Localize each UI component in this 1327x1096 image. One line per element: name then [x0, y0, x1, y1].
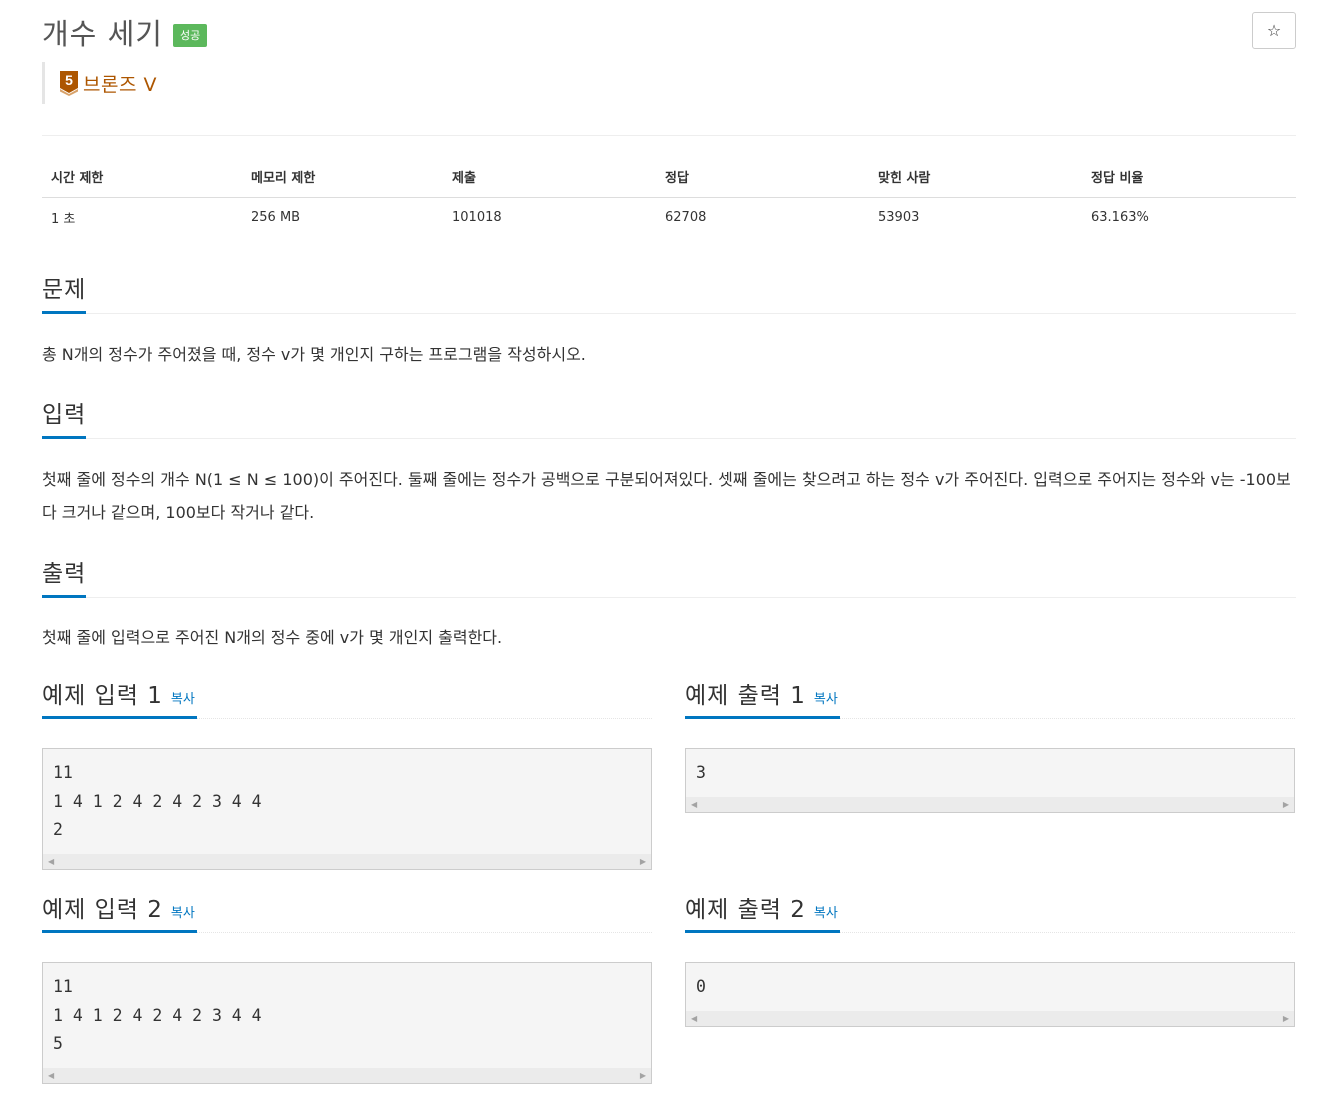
problem-section-title: 문제 — [42, 270, 87, 314]
scroll-right-icon[interactable]: ▶ — [640, 1071, 646, 1080]
scroll-right-icon[interactable]: ▶ — [1283, 1014, 1289, 1023]
accept-rate-value: 63.163% — [1091, 210, 1149, 225]
horizontal-scrollbar[interactable]: ◀ ▶ — [43, 854, 651, 869]
horizontal-scrollbar[interactable]: ◀ ▶ — [686, 1011, 1294, 1026]
copy-button[interactable]: 복사 — [814, 902, 840, 921]
sample-output-1-title: 예제 출력 1 — [685, 683, 806, 709]
table-header-memory-limit: 메모리 제한 — [242, 158, 443, 198]
copy-button[interactable]: 복사 — [814, 688, 840, 707]
horizontal-scrollbar[interactable]: ◀ ▶ — [43, 1068, 651, 1083]
table-header-submissions: 제출 — [443, 158, 656, 198]
sample-output-2: 예제 출력 2 복사 0 ◀ ▶ — [685, 896, 1295, 1027]
tier-box: 5 브론즈 V — [42, 62, 157, 104]
copy-button[interactable]: 복사 — [171, 902, 197, 921]
solved-users-value[interactable]: 53903 — [869, 198, 1082, 238]
table-header-accept-rate: 정답 비율 — [1082, 158, 1296, 198]
scroll-left-icon[interactable]: ◀ — [691, 800, 697, 809]
scroll-left-icon[interactable]: ◀ — [691, 1014, 697, 1023]
table-header-time-limit: 시간 제한 — [42, 158, 242, 198]
sample-input-1-header: 예제 입력 1 복사 — [42, 682, 652, 719]
time-limit-value: 1 초 — [51, 212, 76, 227]
sample-input-1-content: 11 1 4 1 2 4 2 4 2 3 4 4 2 — [53, 763, 262, 839]
star-icon: ☆ — [1266, 21, 1282, 40]
status-badge: 성공 — [172, 23, 208, 47]
table-row: 1 초 256 MB 101018 62708 53903 63.163% — [42, 198, 1296, 238]
memory-limit-value: 256 MB — [251, 210, 301, 225]
favorite-button[interactable]: ☆ — [1252, 12, 1296, 49]
title-row: 개수 세기 성공 — [42, 12, 208, 52]
scroll-right-icon[interactable]: ▶ — [640, 857, 646, 866]
sample-input-1-box: 11 1 4 1 2 4 2 4 2 3 4 4 2 ◀ ▶ — [42, 748, 652, 870]
horizontal-scrollbar[interactable]: ◀ ▶ — [686, 797, 1294, 812]
scroll-left-icon[interactable]: ◀ — [48, 1071, 54, 1080]
problem-info-table: 시간 제한 메모리 제한 제출 정답 맞힌 사람 정답 비율 1 초 256 M… — [42, 158, 1296, 237]
tier-number: 5 — [65, 72, 73, 88]
scroll-right-icon[interactable]: ▶ — [1283, 800, 1289, 809]
input-section-title: 입력 — [42, 395, 87, 439]
sample-output-1-box: 3 ◀ ▶ — [685, 748, 1295, 813]
sample-input-1: 예제 입력 1 복사 11 1 4 1 2 4 2 4 2 3 4 4 2 ◀ … — [42, 682, 652, 870]
sample-output-2-box: 0 ◀ ▶ — [685, 962, 1295, 1027]
submissions-value[interactable]: 101018 — [443, 198, 656, 238]
tier-label[interactable]: 브론즈 V — [83, 70, 157, 97]
output-section-header: 출력 — [42, 554, 1296, 598]
copy-button[interactable]: 복사 — [171, 688, 197, 707]
sample-input-2-content: 11 1 4 1 2 4 2 4 2 3 4 4 5 — [53, 977, 262, 1053]
sample-input-1-title: 예제 입력 1 — [42, 683, 163, 709]
problem-section-header: 문제 — [42, 270, 1296, 314]
bronze-tier-icon: 5 — [59, 70, 79, 96]
problem-description: 총 N개의 정수가 주어졌을 때, 정수 v가 몇 개인지 구하는 프로그램을 … — [42, 345, 586, 364]
sample-output-1-header: 예제 출력 1 복사 — [685, 682, 1295, 719]
sample-input-2: 예제 입력 2 복사 11 1 4 1 2 4 2 4 2 3 4 4 5 ◀ … — [42, 896, 652, 1084]
sample-output-2-header: 예제 출력 2 복사 — [685, 896, 1295, 933]
table-header-row: 시간 제한 메모리 제한 제출 정답 맞힌 사람 정답 비율 — [42, 158, 1296, 198]
problem-title: 개수 세기 — [42, 17, 163, 51]
table-header-accepted: 정답 — [656, 158, 869, 198]
sample-input-2-title: 예제 입력 2 — [42, 897, 163, 923]
divider — [42, 135, 1296, 136]
sample-output-1-content: 3 — [696, 763, 706, 782]
sample-output-2-content: 0 — [696, 977, 706, 996]
sample-input-2-header: 예제 입력 2 복사 — [42, 896, 652, 933]
input-description: 첫째 줄에 정수의 개수 N(1 ≤ N ≤ 100)이 주어진다. 둘째 줄에… — [42, 470, 1291, 522]
sample-input-2-box: 11 1 4 1 2 4 2 4 2 3 4 4 5 ◀ ▶ — [42, 962, 652, 1084]
problem-page: 개수 세기 성공 ☆ 5 브론즈 V 시간 제한 메모리 제한 제출 정답 맞힌… — [42, 0, 1296, 1096]
accepted-value[interactable]: 62708 — [656, 198, 869, 238]
sample-output-2-title: 예제 출력 2 — [685, 897, 806, 923]
scroll-left-icon[interactable]: ◀ — [48, 857, 54, 866]
output-section-title: 출력 — [42, 554, 87, 598]
sample-output-1: 예제 출력 1 복사 3 ◀ ▶ — [685, 682, 1295, 813]
output-description: 첫째 줄에 입력으로 주어진 N개의 정수 중에 v가 몇 개인지 출력한다. — [42, 628, 503, 647]
table-header-solved-users: 맞힌 사람 — [869, 158, 1082, 198]
input-section-header: 입력 — [42, 395, 1296, 439]
